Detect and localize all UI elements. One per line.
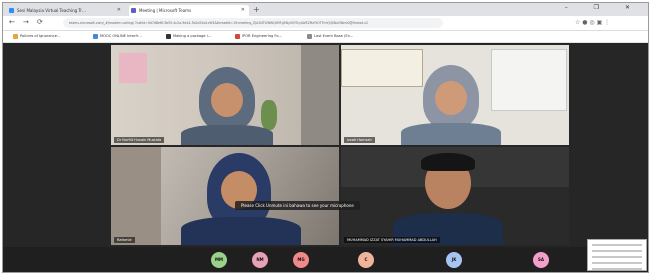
door-background <box>301 45 339 145</box>
bookmark-item[interactable]: MOOC ONLINE Interfr… <box>93 32 142 41</box>
window-controls[interactable]: – ❐ ✕ <box>565 4 642 11</box>
close-tab-icon[interactable]: ✕ <box>117 5 121 16</box>
video-tile[interactable]: Rafarnie <box>111 147 339 245</box>
participant-name-label: Izzati Hamzah <box>344 137 375 143</box>
hair <box>421 153 475 171</box>
wall-map <box>341 49 423 87</box>
participant-avatar[interactable]: JK <box>446 252 462 268</box>
participant-avatar[interactable]: SA <box>533 252 549 268</box>
bookmark-icon <box>235 34 240 39</box>
side-panel-preview[interactable] <box>587 239 647 271</box>
tab-virtual-teaching[interactable]: Sesi Malaysia Virtual Teaching Tr… ✕ <box>7 5 125 16</box>
bookmark-item[interactable]: Last Event Base (En… <box>307 32 354 41</box>
tab-label: Sesi Malaysia Virtual Teaching Tr… <box>17 8 86 13</box>
meeting-stage: Dr Nurfiit Husain Mustafa Izzati Hamzah … <box>3 43 648 247</box>
extension-icons[interactable]: ☆ ● ◎ ▣ ⋮ <box>575 19 610 26</box>
teams-favicon-icon <box>131 8 136 13</box>
address-toolbar: ← → ⟳ teams.microsoft.com/_#/modern-call… <box>3 16 648 31</box>
bookmarks-bar: Policies of Ignorance… MOOC ONLINE Inter… <box>3 31 648 43</box>
tab-label: Meeting | Microsoft Teams <box>139 8 192 13</box>
video-tile[interactable]: Dr Nurfiit Husain Mustafa <box>111 45 339 145</box>
bookmark-icon <box>13 34 18 39</box>
plant-background <box>261 100 277 130</box>
participant-avatar[interactable]: MM <box>211 252 227 268</box>
tab-teams-meeting[interactable]: Meeting | Microsoft Teams ✕ <box>129 5 249 16</box>
participant-name-label: MUHAMMAD IZZAT SYAHIR MUHAMMAD ABDULLAH <box>344 237 440 243</box>
wall-shadow <box>111 147 161 245</box>
bookmark-item[interactable]: Making a package i… <box>166 32 211 41</box>
mic-notification: Please Click Unmute ini bahawa to see yo… <box>235 201 360 210</box>
reload-icon[interactable]: ⟳ <box>37 18 43 27</box>
screenshot-frame: Sesi Malaysia Virtual Teaching Tr… ✕ Mee… <box>2 2 649 273</box>
bookmark-item[interactable]: IPOR Engineering Fo… <box>235 32 282 41</box>
close-tab-icon[interactable]: ✕ <box>241 5 245 16</box>
new-tab-button[interactable]: + <box>253 5 260 15</box>
wall-notes <box>119 53 147 83</box>
video-tile[interactable]: Izzati Hamzah <box>341 45 569 145</box>
participant-name-label: Dr Nurfiit Husain Mustafa <box>114 137 165 143</box>
participant-avatar[interactable]: NM <box>252 252 268 268</box>
tab-favicon-icon <box>9 8 14 13</box>
participant-strip: MM NM MG C JK SA <box>3 247 648 272</box>
bookmark-icon <box>93 34 98 39</box>
bookmark-item[interactable]: Policies of Ignorance… <box>13 32 61 41</box>
url-field[interactable]: teams.microsoft.com/_#/modern-calling/ ?… <box>63 18 443 28</box>
forward-icon[interactable]: → <box>23 18 29 27</box>
browser-tab-strip: Sesi Malaysia Virtual Teaching Tr… ✕ Mee… <box>3 3 648 16</box>
whiteboard <box>491 49 567 111</box>
bookmark-icon <box>307 34 312 39</box>
video-tile[interactable]: MUHAMMAD IZZAT SYAHIR MUHAMMAD ABDULLAH <box>341 147 569 245</box>
bookmark-icon <box>166 34 171 39</box>
participant-avatar[interactable]: C <box>358 252 374 268</box>
back-icon[interactable]: ← <box>9 18 15 27</box>
participant-avatar[interactable]: MG <box>293 252 309 268</box>
participant-name-label: Rafarnie <box>114 237 135 243</box>
